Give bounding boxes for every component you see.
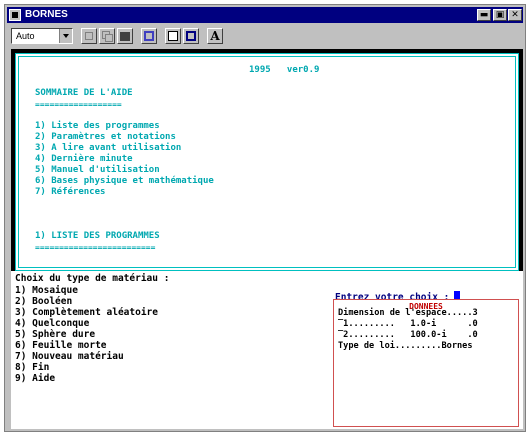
donnees-line: Type de loi.........Bornes <box>338 341 473 351</box>
donnees-box: DONNEES Dimension de l'espace.....3 ‾1..… <box>333 299 519 427</box>
donnees-line: ‾1......... 1.0-i .0 <box>338 319 478 329</box>
menu-item: 1) Mosaique <box>15 285 78 296</box>
chevron-down-icon[interactable] <box>59 29 72 43</box>
help-item: 2) Paramètres et notations <box>35 132 176 142</box>
console-screen[interactable]: 1995 ver0.9 SOMMAIRE DE L'AIDE =========… <box>11 49 523 429</box>
help-title: SOMMAIRE DE L'AIDE <box>35 88 133 98</box>
minimize-button[interactable]: ▬ <box>477 9 491 21</box>
app-window: BORNES ▬ ▣ ✕ Auto A 1995 ver0.9 SOMMAIRE… <box>4 4 526 432</box>
help-item: 1) Liste des programmes <box>35 121 160 131</box>
background-icon[interactable] <box>183 28 199 44</box>
menu-item: 5) Sphère dure <box>15 329 96 340</box>
menu-item: 9) Aide <box>15 373 56 384</box>
help-title-underline: ================== <box>35 100 122 109</box>
menu-item: 4) Quelconque <box>15 318 90 329</box>
paste-icon[interactable] <box>117 28 133 44</box>
font-size-value: Auto <box>16 31 35 41</box>
properties-icon[interactable] <box>165 28 181 44</box>
menu-item: 7) Nouveau matériau <box>15 351 124 362</box>
app-icon[interactable] <box>9 9 21 21</box>
menu-heading: Choix du type de matériau : <box>15 273 170 284</box>
maximize-button[interactable]: ▣ <box>493 9 507 21</box>
copy-icon[interactable] <box>99 28 115 44</box>
mark-icon[interactable] <box>81 28 97 44</box>
help-item: 6) Bases physique et mathématique <box>35 176 214 186</box>
help-item: 7) Références <box>35 187 106 197</box>
font-a-button[interactable]: A <box>207 28 223 44</box>
donnees-line: ‾2......... 100.0-i .0 <box>338 330 478 340</box>
fullscreen-icon[interactable] <box>141 28 157 44</box>
menu-item: 3) Complètement aléatoire <box>15 307 158 318</box>
title-bar: BORNES ▬ ▣ ✕ <box>7 7 523 23</box>
menu-item: 8) Fin <box>15 362 50 373</box>
menu-item: 2) Booléen <box>15 296 73 307</box>
menu-area: Choix du type de matériau : 1) Mosaique … <box>11 271 523 429</box>
help-section-underline: ========================= <box>35 243 156 252</box>
help-section-title: 1) LISTE DES PROGRAMMES <box>35 231 160 241</box>
close-button[interactable]: ✕ <box>508 9 522 21</box>
help-panel: 1995 ver0.9 SOMMAIRE DE L'AIDE =========… <box>15 53 519 271</box>
font-size-select[interactable]: Auto <box>11 28 73 44</box>
help-item: 3) A lire avant utilisation <box>35 143 182 153</box>
help-item: 5) Manuel d'utilisation <box>35 165 160 175</box>
window-title: BORNES <box>25 9 68 20</box>
toolbar: Auto A <box>7 25 523 47</box>
menu-item: 6) Feuille morte <box>15 340 107 351</box>
help-panel-inner: 1995 ver0.9 SOMMAIRE DE L'AIDE =========… <box>18 56 516 268</box>
help-version: 1995 ver0.9 <box>249 65 320 75</box>
help-item: 4) Dernière minute <box>35 154 133 164</box>
donnees-line: Dimension de l'espace.....3 <box>338 308 478 318</box>
